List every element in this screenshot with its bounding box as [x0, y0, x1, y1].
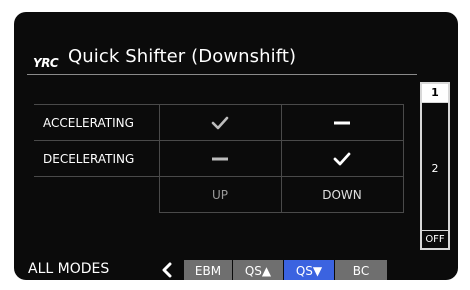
level-option-1[interactable]: 1 [422, 84, 448, 102]
row-label-decelerating: DECELERATING [34, 140, 160, 177]
all-modes-label: ALL MODES [28, 261, 110, 277]
row-label-accelerating: ACCELERATING [34, 104, 160, 141]
check-icon [282, 152, 403, 166]
level-selector[interactable]: 1 2 OFF [420, 82, 450, 250]
cell-decelerating-up [158, 140, 282, 177]
tab-qs-up[interactable]: QS▲ [233, 260, 283, 280]
column-label-up: UP [158, 176, 282, 213]
dash-icon [282, 120, 403, 126]
check-icon [160, 116, 281, 130]
cell-accelerating-up [158, 104, 282, 141]
shift-matrix: ACCELERATING DECELERATING UP DOWN [34, 104, 404, 213]
chevron-left-icon[interactable] [160, 262, 174, 278]
table-row: UP DOWN [34, 176, 404, 213]
yrc-logo: YRC [33, 53, 63, 71]
page-title: Quick Shifter (Downshift) [68, 46, 297, 67]
tab-ebm[interactable]: EBM [184, 260, 232, 280]
tab-qs-down[interactable]: QS▼ [284, 260, 334, 280]
title-divider [27, 74, 417, 75]
dash-icon [160, 156, 281, 162]
level-divider [422, 102, 448, 103]
mode-tabs: EBM QS▲ QS▼ BC [184, 260, 387, 280]
level-option-off[interactable]: OFF [422, 232, 448, 248]
table-row: DECELERATING [34, 140, 404, 177]
column-label-down: DOWN [280, 176, 404, 213]
corner-cell [34, 177, 159, 213]
display-screen: YRC Quick Shifter (Downshift) ACCELERATI… [14, 12, 458, 280]
cell-decelerating-down [280, 140, 404, 177]
svg-text:YRC: YRC [33, 56, 59, 69]
cell-accelerating-down [280, 104, 404, 141]
level-divider [422, 230, 448, 231]
tab-bc[interactable]: BC [335, 260, 387, 280]
table-row: ACCELERATING [34, 104, 404, 141]
level-option-2[interactable]: 2 [422, 160, 448, 178]
